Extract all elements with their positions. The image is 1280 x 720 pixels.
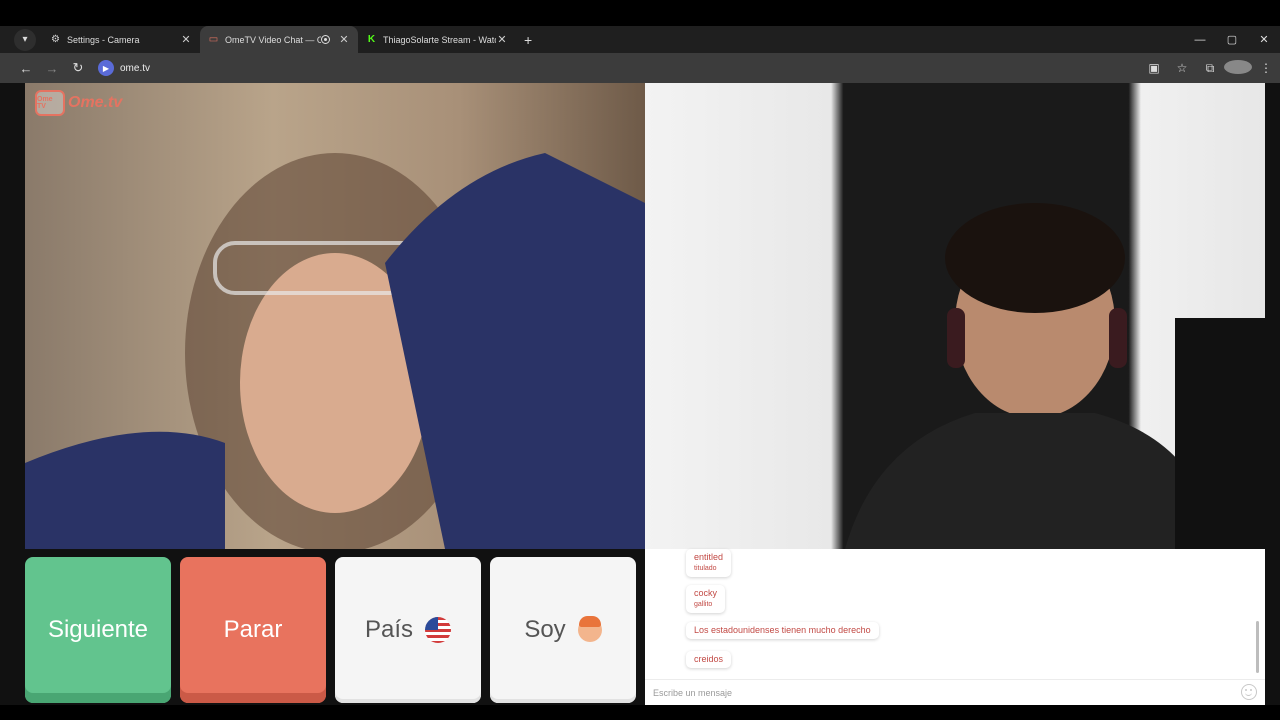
next-label: Siguiente bbox=[47, 616, 149, 643]
chat-panel: entitled titulado cocky gallito Los esta… bbox=[645, 549, 1265, 705]
boy-emoji-icon bbox=[577, 616, 602, 642]
profile-avatar[interactable] bbox=[1224, 59, 1252, 77]
message-translation: gallito bbox=[694, 601, 713, 608]
tab-ometv[interactable]: ▭ OmeTV Video Chat — Ome ✕ bbox=[200, 26, 358, 53]
message-input-placeholder: Escribe un mensaje bbox=[653, 687, 733, 698]
stop-button[interactable]: Parar bbox=[180, 557, 326, 703]
message-text: entitled bbox=[694, 552, 724, 562]
back-icon[interactable]: ← bbox=[14, 61, 38, 76]
minimize-icon[interactable]: — bbox=[1184, 34, 1216, 46]
message-translation: titulado bbox=[694, 565, 717, 572]
close-window-icon[interactable]: ✕ bbox=[1248, 33, 1280, 46]
country-label: País bbox=[364, 616, 414, 643]
ometv-icon: ▭ bbox=[208, 34, 219, 45]
toolbar-actions: ▣ ☆ ⧉ ⋮ bbox=[1140, 53, 1280, 83]
tab-title: ThiagoSolarte Stream - Watch L bbox=[383, 34, 496, 45]
stranger-person-image bbox=[25, 153, 645, 549]
recording-icon bbox=[321, 35, 330, 44]
country-selector-button[interactable]: País bbox=[335, 557, 481, 703]
message-text: cocky bbox=[694, 588, 718, 598]
forward-icon[interactable]: → bbox=[40, 61, 64, 76]
gender-label: Soy bbox=[524, 616, 566, 643]
menu-dots-icon[interactable]: ⋮ bbox=[1252, 61, 1280, 75]
tab-kick-stream[interactable]: K ThiagoSolarte Stream - Watch L ✕ bbox=[358, 26, 516, 53]
url-text: ome.tv bbox=[120, 62, 151, 74]
chat-message: Los estadounidenses tienen mucho derecho bbox=[686, 622, 879, 639]
tab-settings-camera[interactable]: ⚙ Settings - Camera ✕ bbox=[42, 26, 200, 53]
window-controls: — ▢ ✕ bbox=[1184, 26, 1280, 53]
chat-message: cocky gallito bbox=[686, 585, 726, 613]
extensions-icon[interactable]: ⧉ bbox=[1196, 61, 1224, 76]
message-text: creidos bbox=[694, 654, 724, 664]
tab-title: Settings - Camera bbox=[67, 34, 140, 45]
message-text: Los estadounidenses tienen mucho derecho bbox=[694, 625, 871, 635]
screen-top-bar bbox=[0, 0, 1280, 26]
self-video bbox=[645, 83, 1265, 549]
us-flag-icon bbox=[425, 617, 452, 643]
ometv-logo: Ome TV Ome.tv bbox=[35, 90, 122, 116]
bottom-edge bbox=[0, 705, 1280, 720]
stop-label: Parar bbox=[223, 616, 283, 643]
browser-tabstrip: ▾ ⚙ Settings - Camera ✕ ▭ OmeTV Video Ch… bbox=[0, 26, 1280, 53]
tab-search-icon[interactable]: ▾ bbox=[14, 28, 36, 51]
chat-controls: Siguiente Parar País Soy bbox=[25, 557, 637, 705]
stranger-video: Ome TV Ome.tv bbox=[25, 83, 645, 549]
close-icon[interactable]: ✕ bbox=[496, 33, 508, 46]
close-icon[interactable]: ✕ bbox=[180, 33, 192, 46]
cast-icon[interactable]: ▣ bbox=[1140, 61, 1168, 75]
gender-selector-button[interactable]: Soy bbox=[490, 557, 636, 703]
kick-icon: K bbox=[367, 34, 376, 45]
browser-toolbar: ← → ↻ ▶ ome.tv ▣ ☆ ⧉ ⋮ bbox=[0, 53, 1280, 83]
chat-message: creidos bbox=[686, 651, 732, 668]
site-info-icon[interactable]: ▶ bbox=[98, 60, 114, 76]
new-tab-icon[interactable]: + bbox=[524, 32, 532, 48]
logo-badge: Ome TV bbox=[35, 90, 65, 116]
self-person-image bbox=[845, 203, 1265, 549]
address-bar[interactable]: ▶ ome.tv bbox=[98, 57, 150, 79]
chat-scrollbar[interactable] bbox=[1256, 621, 1259, 673]
chat-message: entitled titulado bbox=[686, 549, 732, 577]
ometv-page: Ome TV Ome.tv Siguiente Parar País Soy e… bbox=[0, 83, 1280, 720]
close-icon[interactable]: ✕ bbox=[338, 33, 350, 46]
bookmark-star-icon[interactable]: ☆ bbox=[1168, 61, 1196, 75]
tab-title: OmeTV Video Chat — Ome bbox=[225, 34, 321, 45]
message-input[interactable]: Escribe un mensaje bbox=[645, 679, 1265, 705]
gear-icon: ⚙ bbox=[51, 34, 60, 45]
logo-text: Ome.tv bbox=[68, 94, 123, 111]
reload-icon[interactable]: ↻ bbox=[66, 60, 90, 76]
next-button[interactable]: Siguiente bbox=[25, 557, 171, 703]
maximize-icon[interactable]: ▢ bbox=[1216, 33, 1248, 46]
emoji-icon[interactable] bbox=[1241, 684, 1257, 700]
